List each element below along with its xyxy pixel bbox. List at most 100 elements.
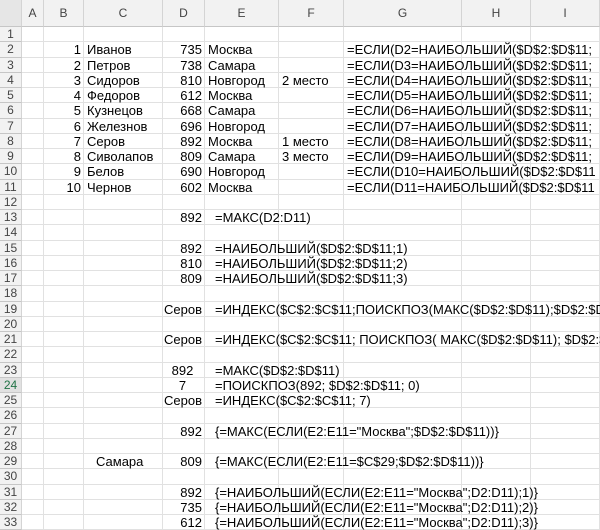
cell-g5[interactable]: =ЕСЛИ(D5=НАИБОЛЬШИЙ($D$2:$D$11; (347, 88, 592, 103)
cell-c6[interactable]: Кузнецов (87, 103, 143, 118)
cell-g9[interactable]: =ЕСЛИ(D9=НАИБОЛЬШИЙ($D$2:$D$11; (347, 149, 592, 164)
cell-e3[interactable]: Самара (208, 58, 255, 73)
cell-b4[interactable]: 3 (44, 73, 81, 88)
row-header-10[interactable]: 10 (0, 164, 22, 180)
cell-d13[interactable]: 892 (163, 210, 202, 225)
column-header-i[interactable]: I (531, 0, 600, 27)
cell-d2[interactable]: 735 (163, 42, 202, 57)
cell-e15[interactable]: =НАИБОЛЬШИЙ($D$2:$D$11;1) (215, 241, 408, 256)
cell-b9[interactable]: 8 (44, 149, 81, 164)
cell-g7[interactable]: =ЕСЛИ(D7=НАИБОЛЬШИЙ($D$2:$D$11; (347, 119, 592, 134)
cell-d17[interactable]: 809 (163, 271, 202, 286)
row-header-23[interactable]: 23 (0, 362, 22, 378)
cell-c7[interactable]: Железнов (87, 119, 147, 134)
cell-d24[interactable]: 7 (163, 378, 202, 393)
row-header-15[interactable]: 15 (0, 240, 22, 256)
cell-e10[interactable]: Новгород (208, 164, 265, 179)
cell-e16[interactable]: =НАИБОЛЬШИЙ($D$2:$D$11;2) (215, 256, 408, 271)
row-header-24[interactable]: 24 (0, 377, 22, 393)
row-header-6[interactable]: 6 (0, 103, 22, 119)
row-header-3[interactable]: 3 (0, 57, 22, 73)
cell-e17[interactable]: =НАИБОЛЬШИЙ($D$2:$D$11;3) (215, 271, 408, 286)
cell-g11[interactable]: =ЕСЛИ(D11=НАИБОЛЬШИЙ($D$2:$D$11 (347, 180, 595, 195)
cell-e32[interactable]: {=НАИБОЛЬШИЙ(ЕСЛИ(E2:E11="Москва";D2:D11… (215, 500, 538, 515)
row-header-5[interactable]: 5 (0, 88, 22, 104)
cell-g6[interactable]: =ЕСЛИ(D6=НАИБОЛЬШИЙ($D$2:$D$11; (347, 103, 592, 118)
row-header-29[interactable]: 29 (0, 454, 22, 470)
cell-c29[interactable]: Самара (96, 454, 143, 469)
column-header-f[interactable]: F (279, 0, 344, 27)
cell-d21[interactable]: Серов (163, 332, 202, 347)
row-header-4[interactable]: 4 (0, 72, 22, 88)
row-header-18[interactable]: 18 (0, 286, 22, 302)
row-header-26[interactable]: 26 (0, 408, 22, 424)
row-header-16[interactable]: 16 (0, 255, 22, 271)
cell-d32[interactable]: 735 (163, 500, 202, 515)
cell-c4[interactable]: Сидоров (87, 73, 140, 88)
cell-d9[interactable]: 809 (163, 149, 202, 164)
column-header-h[interactable]: H (462, 0, 531, 27)
row-header-7[interactable]: 7 (0, 118, 22, 134)
cell-b7[interactable]: 6 (44, 119, 81, 134)
cell-g3[interactable]: =ЕСЛИ(D3=НАИБОЛЬШИЙ($D$2:$D$11; (347, 58, 592, 73)
cell-d29[interactable]: 809 (163, 454, 202, 469)
cell-g2[interactable]: =ЕСЛИ(D2=НАИБОЛЬШИЙ($D$2:$D$11; (347, 42, 592, 57)
cell-d3[interactable]: 738 (163, 58, 202, 73)
cell-d8[interactable]: 892 (163, 134, 202, 149)
cell-d5[interactable]: 612 (163, 88, 202, 103)
cell-c5[interactable]: Федоров (87, 88, 140, 103)
row-header-8[interactable]: 8 (0, 133, 22, 149)
cell-d16[interactable]: 810 (163, 256, 202, 271)
cell-e6[interactable]: Самара (208, 103, 255, 118)
cell-f9[interactable]: 3 место (282, 149, 329, 164)
row-header-19[interactable]: 19 (0, 301, 22, 317)
cell-f8[interactable]: 1 место (282, 134, 329, 149)
row-header-28[interactable]: 28 (0, 438, 22, 454)
row-header-31[interactable]: 31 (0, 484, 22, 500)
column-header-g[interactable]: G (344, 0, 462, 27)
cell-c2[interactable]: Иванов (87, 42, 132, 57)
cell-d6[interactable]: 668 (163, 103, 202, 118)
row-header-25[interactable]: 25 (0, 393, 22, 409)
cell-b8[interactable]: 7 (44, 134, 81, 149)
row-header-1[interactable]: 1 (0, 27, 22, 43)
cell-d33[interactable]: 612 (163, 515, 202, 530)
cell-e21[interactable]: =ИНДЕКС($C$2:$C$11; ПОИСКПОЗ( МАКС($D$2:… (215, 332, 600, 347)
cell-e2[interactable]: Москва (208, 42, 252, 57)
cell-g8[interactable]: =ЕСЛИ(D8=НАИБОЛЬШИЙ($D$2:$D$11; (347, 134, 592, 149)
cell-b5[interactable]: 4 (44, 88, 81, 103)
row-header-9[interactable]: 9 (0, 149, 22, 165)
row-header-30[interactable]: 30 (0, 469, 22, 485)
cell-c8[interactable]: Серов (87, 134, 125, 149)
cell-g4[interactable]: =ЕСЛИ(D4=НАИБОЛЬШИЙ($D$2:$D$11; (347, 73, 592, 88)
cell-e11[interactable]: Москва (208, 180, 252, 195)
cell-d4[interactable]: 810 (163, 73, 202, 88)
cell-d10[interactable]: 690 (163, 164, 202, 179)
cell-b11[interactable]: 10 (44, 180, 81, 195)
row-header-33[interactable]: 33 (0, 515, 22, 530)
row-header-12[interactable]: 12 (0, 194, 22, 210)
cell-e13[interactable]: =МАКС(D2:D11) (215, 210, 311, 225)
select-all-corner[interactable] (0, 0, 22, 27)
cell-b3[interactable]: 2 (44, 58, 81, 73)
column-header-e[interactable]: E (205, 0, 279, 27)
cell-e31[interactable]: {=НАИБОЛЬШИЙ(ЕСЛИ(E2:E11="Москва";D2:D11… (215, 485, 538, 500)
cell-d11[interactable]: 602 (163, 180, 202, 195)
cell-c3[interactable]: Петров (87, 58, 130, 73)
cell-d23[interactable]: 892 (163, 363, 202, 378)
column-header-b[interactable]: B (44, 0, 84, 27)
cell-e33[interactable]: {=НАИБОЛЬШИЙ(ЕСЛИ(E2:E11="Москва";D2:D11… (215, 515, 538, 530)
row-header-20[interactable]: 20 (0, 316, 22, 332)
cell-b6[interactable]: 5 (44, 103, 81, 118)
column-header-d[interactable]: D (163, 0, 205, 27)
column-header-c[interactable]: C (84, 0, 163, 27)
cell-e27[interactable]: {=МАКС(ЕСЛИ(E2:E11="Москва";$D$2:$D$11))… (215, 424, 499, 439)
row-header-32[interactable]: 32 (0, 499, 22, 515)
cell-e5[interactable]: Москва (208, 88, 252, 103)
row-header-27[interactable]: 27 (0, 423, 22, 439)
cell-e7[interactable]: Новгород (208, 119, 265, 134)
row-header-21[interactable]: 21 (0, 332, 22, 348)
cell-e9[interactable]: Самара (208, 149, 255, 164)
cell-b2[interactable]: 1 (44, 42, 81, 57)
row-header-2[interactable]: 2 (0, 42, 22, 58)
